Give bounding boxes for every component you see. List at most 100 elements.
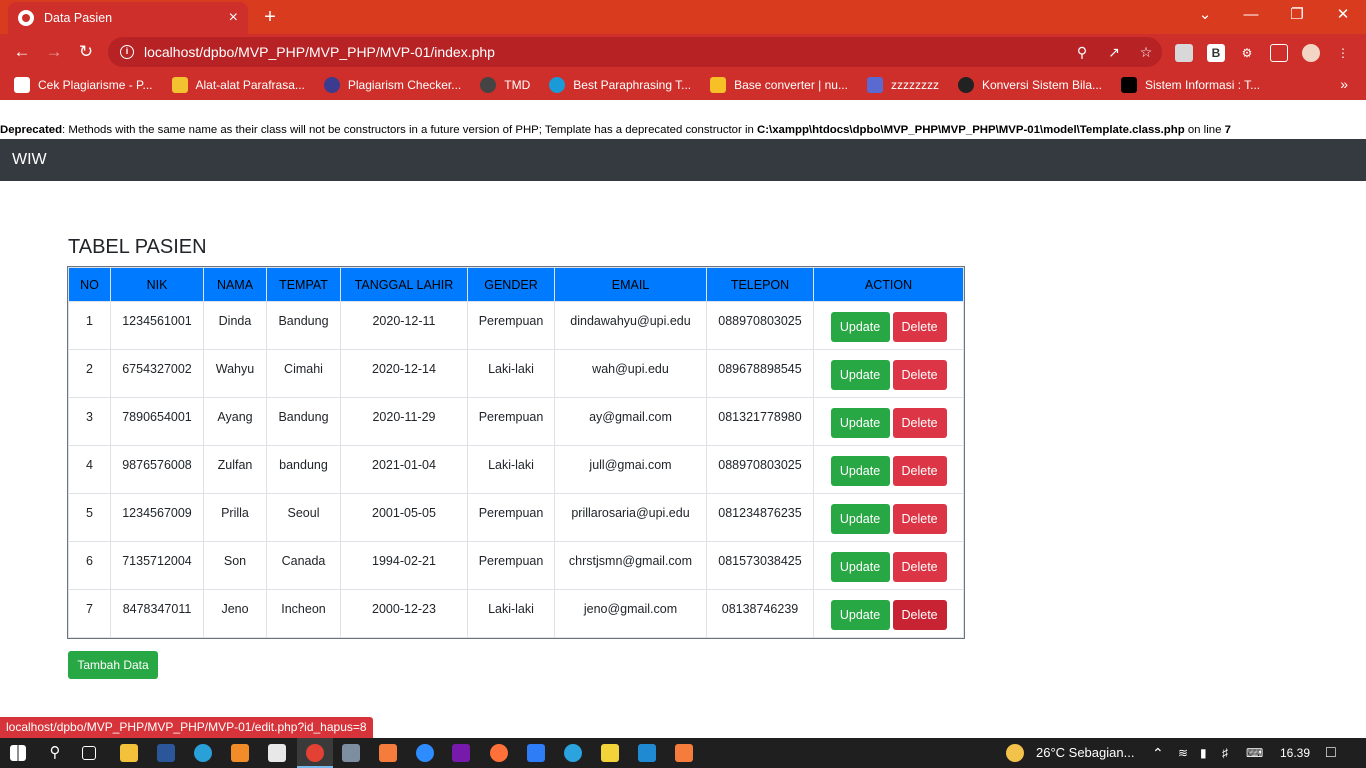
tray-chevron-icon[interactable]: ⌃ bbox=[1152, 738, 1164, 768]
cell-no: 3 bbox=[68, 397, 111, 446]
delete-button[interactable]: Delete bbox=[892, 312, 947, 342]
bookmark-favicon-icon bbox=[957, 77, 974, 93]
restore-button[interactable]: ❐ bbox=[1274, 4, 1320, 26]
cell-gender: Perempuan bbox=[467, 541, 555, 590]
vscode-icon[interactable] bbox=[638, 744, 656, 762]
tab-search-icon[interactable]: ⌄ bbox=[1182, 4, 1228, 26]
update-button[interactable]: Update bbox=[830, 600, 890, 630]
volume-icon[interactable]: ♯ bbox=[1222, 738, 1228, 768]
bookmark-item[interactable]: TMD bbox=[480, 77, 530, 93]
bookmark-item[interactable]: Cek Plagiarisme - P... bbox=[14, 77, 153, 93]
cell-action: Update Delete bbox=[813, 493, 964, 542]
side-panel-icon[interactable] bbox=[1270, 44, 1288, 62]
calculator-icon[interactable] bbox=[342, 744, 360, 762]
extension-icon-1[interactable] bbox=[1175, 44, 1193, 62]
add-data-button[interactable]: Tambah Data bbox=[68, 651, 158, 679]
cell-gender: Laki-laki bbox=[467, 349, 555, 398]
reload-icon[interactable]: ↻ bbox=[74, 40, 98, 64]
update-button[interactable]: Update bbox=[830, 552, 890, 582]
cell-nama: Zulfan bbox=[203, 445, 267, 494]
windows-taskbar: ⚲ 26°C Sebagian... ⌃ ≋ ▮ ♯ ⌨ 16.39 □ bbox=[0, 738, 1366, 768]
column-header: NAMA bbox=[203, 267, 267, 302]
clock[interactable]: 16.39 bbox=[1280, 738, 1310, 768]
delete-button[interactable]: Delete bbox=[892, 456, 947, 486]
profile-avatar[interactable] bbox=[1302, 44, 1320, 62]
close-window-button[interactable]: ✕ bbox=[1320, 4, 1366, 26]
link-status-bar: localhost/dpbo/MVP_PHP/MVP_PHP/MVP-01/ed… bbox=[0, 717, 373, 738]
store-icon[interactable] bbox=[268, 744, 286, 762]
page-title: TABEL PASIEN bbox=[68, 236, 207, 258]
update-button[interactable]: Update bbox=[830, 360, 890, 390]
weather-icon[interactable] bbox=[1006, 744, 1024, 762]
bookmark-item[interactable]: Best Paraphrasing T... bbox=[549, 77, 691, 93]
cell-tanggal-lahir: 2000-12-23 bbox=[340, 589, 468, 638]
share-icon[interactable]: ↗ bbox=[1098, 44, 1130, 61]
bookmark-item[interactable]: Konversi Sistem Bila... bbox=[957, 77, 1102, 93]
bookmark-item[interactable]: zzzzzzzz bbox=[866, 77, 939, 93]
zoom-icon[interactable]: ⚲ bbox=[1066, 44, 1098, 61]
cell-tempat: Bandung bbox=[266, 397, 341, 446]
bookmark-item[interactable]: Plagiarism Checker... bbox=[323, 77, 461, 93]
edge-icon[interactable] bbox=[194, 744, 212, 762]
chrome-icon[interactable] bbox=[306, 744, 324, 762]
bookmarks-overflow-icon[interactable]: » bbox=[1340, 76, 1348, 92]
sublime-icon[interactable] bbox=[231, 744, 249, 762]
bookmark-item[interactable]: Sistem Informasi : T... bbox=[1121, 77, 1260, 93]
search-icon[interactable]: ⚲ bbox=[46, 744, 64, 762]
cell-gender: Perempuan bbox=[467, 301, 555, 350]
tab-close-icon[interactable]: × bbox=[229, 9, 238, 27]
forward-arrow-icon[interactable]: → bbox=[42, 40, 66, 64]
xampp-icon[interactable] bbox=[379, 744, 397, 762]
battery-icon[interactable]: ▮ bbox=[1200, 738, 1207, 768]
extensions-puzzle-icon[interactable]: ⚙ bbox=[1238, 44, 1256, 62]
cell-tempat: Incheon bbox=[266, 589, 341, 638]
delete-button[interactable]: Delete bbox=[892, 504, 947, 534]
update-button[interactable]: Update bbox=[830, 504, 890, 534]
todo-icon[interactable] bbox=[527, 744, 545, 762]
update-button[interactable]: Update bbox=[830, 408, 890, 438]
notification-icon[interactable]: □ bbox=[1326, 738, 1336, 768]
table-row: 4 9876576008 Zulfan bandung 2021-01-04 L… bbox=[68, 445, 964, 494]
telegram-icon[interactable] bbox=[564, 744, 582, 762]
delete-button[interactable]: Delete bbox=[892, 600, 947, 630]
onenote-icon[interactable] bbox=[452, 744, 470, 762]
new-tab-button[interactable]: + bbox=[258, 6, 282, 30]
delete-button[interactable]: Delete bbox=[892, 360, 947, 390]
sticky-app-icon[interactable] bbox=[601, 744, 619, 762]
delete-button[interactable]: Delete bbox=[892, 552, 947, 582]
extension-b-icon[interactable]: B bbox=[1207, 44, 1225, 62]
delete-button[interactable]: Delete bbox=[892, 408, 947, 438]
task-view-icon[interactable] bbox=[82, 746, 96, 760]
cell-no: 5 bbox=[68, 493, 111, 542]
cell-nama: Jeno bbox=[203, 589, 267, 638]
firefox-icon[interactable] bbox=[490, 744, 508, 762]
back-arrow-icon[interactable]: ← bbox=[10, 40, 34, 64]
weather-text[interactable]: 26°C Sebagian... bbox=[1036, 738, 1134, 768]
bookmark-favicon-icon bbox=[480, 77, 497, 93]
cell-email: chrstjsmn@gmail.com bbox=[554, 541, 707, 590]
navbar-brand[interactable]: WIW bbox=[12, 151, 47, 169]
address-bar[interactable]: i localhost/dpbo/MVP_PHP/MVP_PHP/MVP-01/… bbox=[108, 37, 1162, 67]
menu-kebab-icon[interactable]: ⋮ bbox=[1334, 44, 1352, 62]
bookmark-star-icon[interactable]: ☆ bbox=[1130, 44, 1162, 61]
url-text[interactable]: localhost/dpbo/MVP_PHP/MVP_PHP/MVP-01/in… bbox=[144, 44, 1066, 60]
bookmark-item[interactable]: Alat-alat Parafrasa... bbox=[171, 77, 305, 93]
site-info-icon[interactable]: i bbox=[120, 45, 134, 59]
xampp-control-icon[interactable] bbox=[675, 744, 693, 762]
cell-email: prillarosaria@upi.edu bbox=[554, 493, 707, 542]
windows-start-icon[interactable] bbox=[10, 745, 26, 761]
browser-tab[interactable]: Data Pasien × bbox=[8, 2, 248, 34]
tab-favicon-icon bbox=[18, 10, 34, 26]
cell-tanggal-lahir: 2020-11-29 bbox=[340, 397, 468, 446]
wifi-icon[interactable]: ≋ bbox=[1178, 738, 1188, 768]
bookmark-item[interactable]: Base converter | nu... bbox=[710, 77, 848, 93]
keyboard-icon[interactable]: ⌨ bbox=[1246, 738, 1263, 768]
file-explorer-icon[interactable] bbox=[120, 744, 138, 762]
bookmark-favicon-icon bbox=[323, 77, 340, 93]
word-icon[interactable] bbox=[157, 744, 175, 762]
minimize-button[interactable]: — bbox=[1228, 4, 1274, 26]
update-button[interactable]: Update bbox=[830, 456, 890, 486]
zoom-app-icon[interactable] bbox=[416, 744, 434, 762]
bookmark-favicon-icon bbox=[710, 77, 727, 93]
update-button[interactable]: Update bbox=[830, 312, 890, 342]
